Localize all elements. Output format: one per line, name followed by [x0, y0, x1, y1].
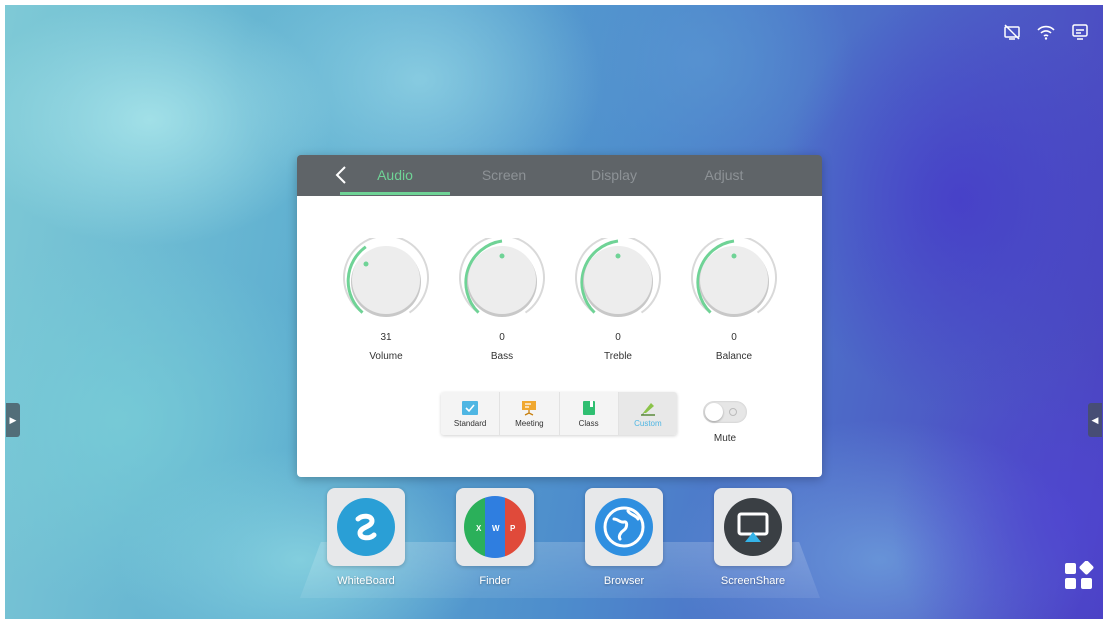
screen-frame [0, 0, 1108, 625]
